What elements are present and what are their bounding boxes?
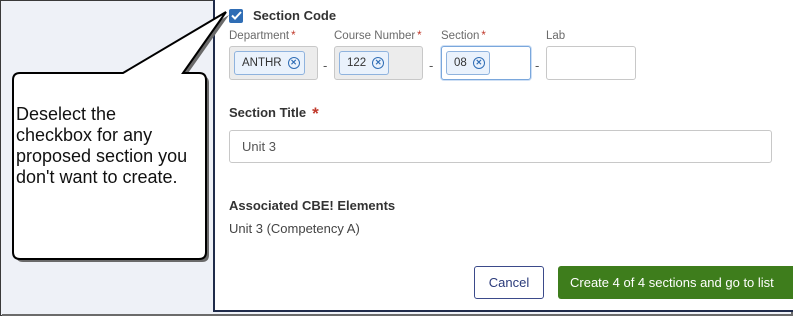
section-field[interactable]: 08 ✕: [441, 46, 531, 80]
section-value: 08: [454, 57, 467, 69]
section-label: Section *: [441, 30, 486, 42]
section-form-panel: Section Code Department * Course Number * …: [213, 0, 793, 312]
create-sections-button[interactable]: Create 4 of 4 sections and go to list: [558, 266, 793, 299]
lab-field[interactable]: [546, 46, 636, 80]
circle-x-icon[interactable]: ✕: [472, 57, 485, 69]
course-number-value: 122: [347, 57, 367, 69]
section-title-input[interactable]: [229, 130, 772, 163]
section-code-label: Section Code: [253, 8, 337, 23]
course-number-field[interactable]: 122 ✕: [334, 46, 423, 80]
separator: -: [429, 58, 434, 73]
lab-label: Lab: [546, 30, 566, 42]
callout-text: Deselect the checkbox for any proposed s…: [16, 104, 188, 187]
circle-x-icon[interactable]: ✕: [287, 57, 300, 69]
circle-x-icon[interactable]: ✕: [372, 57, 385, 69]
course-number-chip: 122 ✕: [339, 51, 390, 75]
section-chip: 08 ✕: [446, 51, 490, 75]
separator: -: [535, 58, 540, 73]
cancel-button[interactable]: Cancel: [474, 266, 544, 299]
separator: -: [323, 58, 328, 73]
course-number-label: Course Number *: [334, 30, 422, 42]
